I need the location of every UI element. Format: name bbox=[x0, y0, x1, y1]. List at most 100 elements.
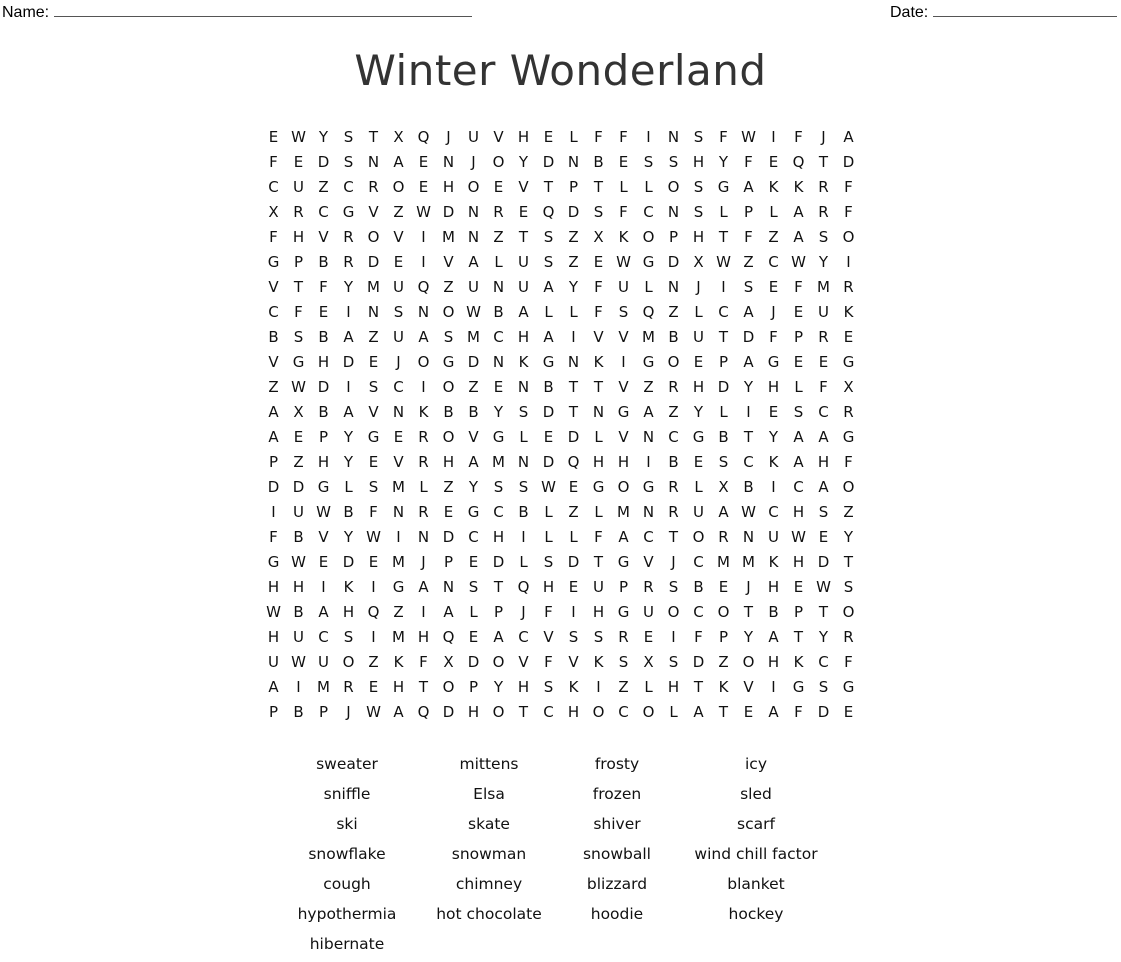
grid-cell[interactable]: D bbox=[461, 650, 486, 675]
grid-cell[interactable]: F bbox=[286, 300, 311, 325]
grid-cell[interactable]: S bbox=[586, 200, 611, 225]
grid-cell[interactable]: P bbox=[311, 425, 336, 450]
grid-cell[interactable]: Q bbox=[411, 700, 436, 725]
grid-cell[interactable]: F bbox=[836, 200, 861, 225]
grid-cell[interactable]: Y bbox=[736, 375, 761, 400]
grid-cell[interactable]: V bbox=[361, 200, 386, 225]
grid-cell[interactable]: H bbox=[761, 375, 786, 400]
grid-cell[interactable]: A bbox=[336, 400, 361, 425]
grid-cell[interactable]: W bbox=[536, 475, 561, 500]
grid-cell[interactable]: S bbox=[611, 300, 636, 325]
grid-cell[interactable]: A bbox=[461, 250, 486, 275]
grid-cell[interactable]: N bbox=[386, 400, 411, 425]
grid-cell[interactable]: N bbox=[511, 450, 536, 475]
grid-cell[interactable]: C bbox=[711, 300, 736, 325]
grid-cell[interactable]: M bbox=[611, 500, 636, 525]
grid-cell[interactable]: J bbox=[811, 125, 836, 150]
grid-cell[interactable]: P bbox=[261, 450, 286, 475]
grid-cell[interactable]: Z bbox=[611, 675, 636, 700]
grid-cell[interactable]: U bbox=[286, 500, 311, 525]
grid-cell[interactable]: S bbox=[511, 400, 536, 425]
grid-cell[interactable]: I bbox=[561, 600, 586, 625]
grid-cell[interactable]: I bbox=[636, 450, 661, 475]
grid-cell[interactable]: P bbox=[611, 575, 636, 600]
grid-cell[interactable]: I bbox=[361, 625, 386, 650]
grid-cell[interactable]: T bbox=[486, 575, 511, 600]
grid-cell[interactable]: T bbox=[661, 525, 686, 550]
grid-cell[interactable]: N bbox=[661, 275, 686, 300]
grid-cell[interactable]: Y bbox=[686, 400, 711, 425]
grid-cell[interactable]: H bbox=[261, 575, 286, 600]
grid-cell[interactable]: E bbox=[711, 575, 736, 600]
grid-cell[interactable]: E bbox=[786, 575, 811, 600]
grid-cell[interactable]: C bbox=[511, 625, 536, 650]
grid-cell[interactable]: E bbox=[461, 625, 486, 650]
grid-cell[interactable]: Y bbox=[461, 475, 486, 500]
grid-cell[interactable]: P bbox=[436, 550, 461, 575]
grid-cell[interactable]: H bbox=[511, 125, 536, 150]
grid-cell[interactable]: A bbox=[461, 450, 486, 475]
grid-cell[interactable]: E bbox=[411, 150, 436, 175]
grid-cell[interactable]: F bbox=[586, 525, 611, 550]
grid-cell[interactable]: S bbox=[536, 550, 561, 575]
grid-cell[interactable]: Z bbox=[836, 500, 861, 525]
grid-cell[interactable]: A bbox=[836, 125, 861, 150]
grid-cell[interactable]: Z bbox=[436, 275, 461, 300]
grid-cell[interactable]: B bbox=[286, 700, 311, 725]
grid-cell[interactable]: O bbox=[636, 225, 661, 250]
grid-cell[interactable]: I bbox=[411, 375, 436, 400]
grid-cell[interactable]: E bbox=[461, 550, 486, 575]
grid-cell[interactable]: S bbox=[361, 475, 386, 500]
grid-cell[interactable]: D bbox=[461, 350, 486, 375]
grid-cell[interactable]: F bbox=[536, 600, 561, 625]
grid-cell[interactable]: B bbox=[661, 450, 686, 475]
grid-cell[interactable]: R bbox=[711, 525, 736, 550]
grid-cell[interactable]: C bbox=[311, 200, 336, 225]
grid-cell[interactable]: G bbox=[611, 550, 636, 575]
grid-cell[interactable]: S bbox=[686, 125, 711, 150]
grid-cell[interactable]: Z bbox=[561, 500, 586, 525]
grid-cell[interactable]: Z bbox=[386, 200, 411, 225]
grid-cell[interactable]: K bbox=[511, 350, 536, 375]
grid-cell[interactable]: S bbox=[811, 225, 836, 250]
grid-cell[interactable]: Q bbox=[636, 300, 661, 325]
grid-cell[interactable]: H bbox=[586, 600, 611, 625]
grid-cell[interactable]: J bbox=[461, 150, 486, 175]
grid-cell[interactable]: F bbox=[261, 225, 286, 250]
grid-cell[interactable]: C bbox=[461, 525, 486, 550]
grid-cell[interactable]: M bbox=[386, 625, 411, 650]
grid-cell[interactable]: W bbox=[736, 125, 761, 150]
grid-cell[interactable]: H bbox=[786, 550, 811, 575]
grid-cell[interactable]: U bbox=[461, 275, 486, 300]
grid-cell[interactable]: W bbox=[286, 650, 311, 675]
grid-cell[interactable]: X bbox=[436, 650, 461, 675]
grid-cell[interactable]: L bbox=[561, 525, 586, 550]
grid-cell[interactable]: C bbox=[761, 500, 786, 525]
grid-cell[interactable]: D bbox=[811, 550, 836, 575]
grid-cell[interactable]: F bbox=[586, 275, 611, 300]
grid-cell[interactable]: U bbox=[761, 525, 786, 550]
grid-cell[interactable]: N bbox=[461, 200, 486, 225]
grid-cell[interactable]: T bbox=[786, 625, 811, 650]
grid-cell[interactable]: C bbox=[386, 375, 411, 400]
grid-cell[interactable]: O bbox=[611, 475, 636, 500]
grid-cell[interactable]: X bbox=[636, 650, 661, 675]
grid-cell[interactable]: C bbox=[611, 700, 636, 725]
grid-cell[interactable]: L bbox=[636, 675, 661, 700]
date-blank-line[interactable] bbox=[933, 2, 1118, 17]
grid-cell[interactable]: Z bbox=[661, 400, 686, 425]
grid-cell[interactable]: D bbox=[261, 475, 286, 500]
grid-cell[interactable]: A bbox=[411, 325, 436, 350]
grid-cell[interactable]: C bbox=[336, 175, 361, 200]
grid-cell[interactable]: R bbox=[836, 625, 861, 650]
grid-cell[interactable]: K bbox=[786, 650, 811, 675]
grid-cell[interactable]: L bbox=[711, 200, 736, 225]
grid-cell[interactable]: F bbox=[736, 150, 761, 175]
grid-cell[interactable]: H bbox=[436, 175, 461, 200]
grid-cell[interactable]: A bbox=[786, 200, 811, 225]
grid-cell[interactable]: H bbox=[686, 150, 711, 175]
grid-cell[interactable]: G bbox=[586, 475, 611, 500]
grid-cell[interactable]: F bbox=[836, 650, 861, 675]
grid-cell[interactable]: N bbox=[586, 400, 611, 425]
grid-cell[interactable]: V bbox=[611, 375, 636, 400]
